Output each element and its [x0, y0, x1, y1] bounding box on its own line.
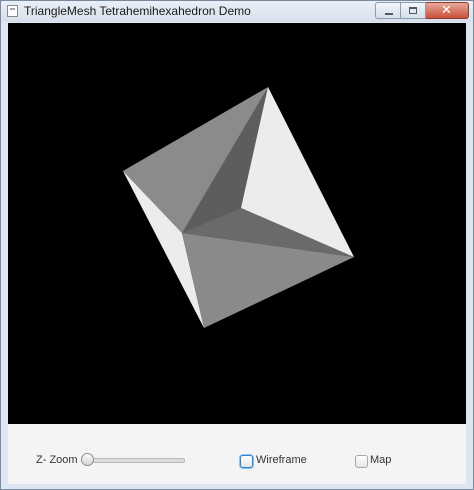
- wireframe-label[interactable]: Wireframe: [256, 454, 307, 466]
- zoom-label: Z- Zoom: [36, 454, 78, 466]
- app-window-icon: [7, 5, 18, 17]
- map-checkbox[interactable]: [355, 455, 368, 468]
- title-bar[interactable]: TriangleMesh Tetrahemihexahedron Demo ✕: [1, 1, 473, 22]
- window-controls: ✕: [375, 2, 469, 20]
- close-icon: ✕: [441, 2, 452, 17]
- window-title: TriangleMesh Tetrahemihexahedron Demo: [24, 4, 251, 18]
- map-label[interactable]: Map: [370, 454, 391, 466]
- control-bar: Z- Zoom Wireframe Map: [8, 424, 466, 484]
- minimize-button[interactable]: [375, 2, 401, 19]
- maximize-button[interactable]: [401, 2, 426, 19]
- wireframe-checkbox[interactable]: [240, 455, 253, 468]
- maximize-icon: [409, 7, 417, 14]
- close-button[interactable]: ✕: [426, 2, 469, 19]
- zoom-slider-thumb[interactable]: [81, 453, 94, 466]
- minimize-icon: [385, 13, 393, 15]
- mesh-render: [123, 87, 354, 328]
- zoom-slider-track[interactable]: [87, 458, 185, 463]
- 3d-viewport[interactable]: [8, 23, 466, 424]
- app-window: TriangleMesh Tetrahemihexahedron Demo ✕ …: [0, 0, 474, 490]
